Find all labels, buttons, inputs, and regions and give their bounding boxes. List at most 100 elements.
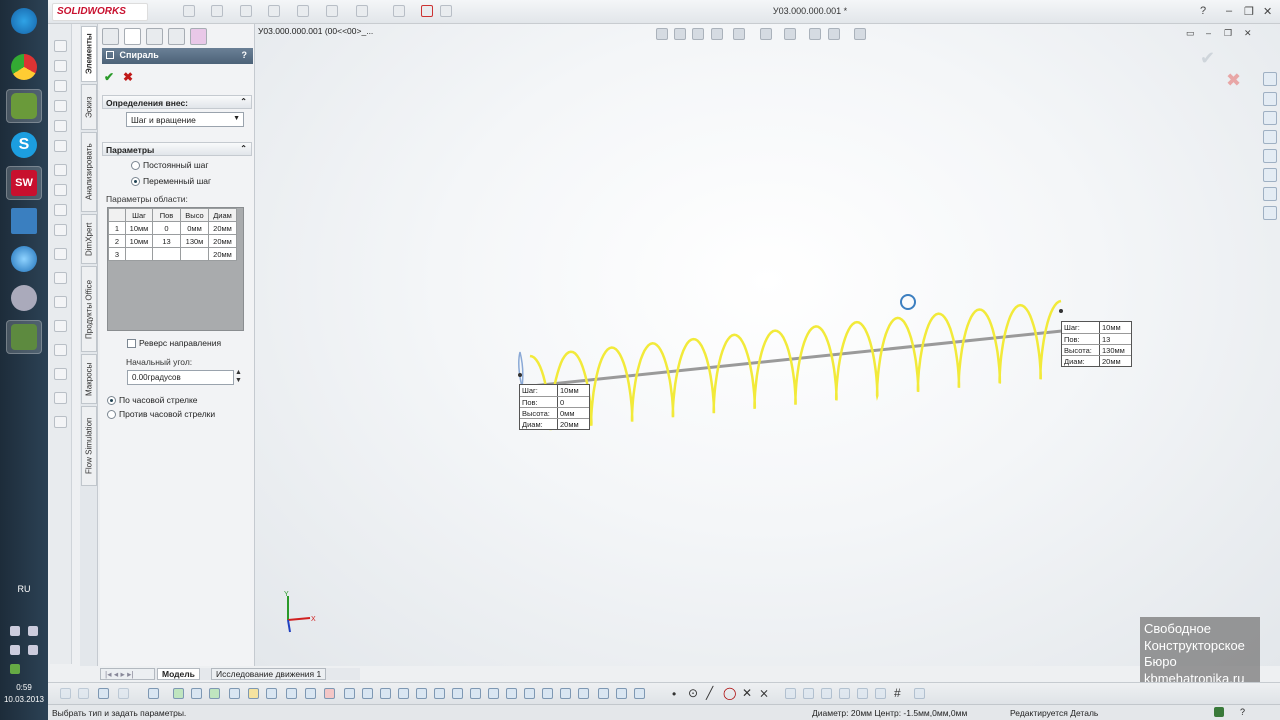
configuration-tab-icon[interactable] — [146, 28, 163, 45]
tray-volume-icon[interactable] — [10, 645, 20, 655]
tool-feature4-icon[interactable] — [229, 688, 240, 699]
task-explorer-icon[interactable] — [1263, 130, 1277, 144]
undo-icon[interactable] — [297, 5, 309, 17]
table-cell[interactable]: 10мм — [125, 234, 153, 248]
cmd-revolve-icon[interactable] — [54, 60, 67, 72]
reverse-direction-checkbox[interactable]: Реверс направления — [127, 338, 221, 348]
tool-feature10-icon[interactable] — [344, 688, 355, 699]
zoom-fit-icon[interactable] — [656, 28, 668, 40]
open-icon[interactable] — [211, 5, 223, 17]
rotate-handle-icon[interactable] — [900, 294, 916, 310]
radio-variable-pitch[interactable]: Переменный шаг — [131, 176, 211, 186]
taskbar-tool[interactable] — [6, 281, 42, 315]
table-cell[interactable]: 130м — [180, 234, 209, 248]
tool-feature24-icon[interactable] — [598, 688, 609, 699]
tool-feature19-icon[interactable] — [506, 688, 517, 699]
tool-feature22-icon[interactable] — [560, 688, 571, 699]
tab-scroll-arrows[interactable]: |◂ ◂ ▸ ▸| — [100, 668, 155, 680]
tool-feature17-icon[interactable] — [470, 688, 481, 699]
tool-dim3-icon[interactable] — [821, 688, 832, 699]
display-manager-tab-icon[interactable] — [190, 28, 207, 45]
table-cell[interactable]: 20мм — [208, 221, 237, 235]
viewport-minimize-icon[interactable]: – — [1206, 28, 1211, 38]
cmd-curves-icon[interactable] — [54, 320, 67, 332]
tool-feature14-icon[interactable] — [416, 688, 427, 699]
table-cell[interactable] — [152, 247, 181, 261]
tool-filter-icon[interactable] — [78, 688, 89, 699]
tool-dim2-icon[interactable] — [803, 688, 814, 699]
tool-selection-icon[interactable] — [98, 688, 109, 699]
propertymanager-tab-icon[interactable] — [124, 28, 141, 45]
save-icon[interactable] — [240, 5, 252, 17]
cmd-pattern-icon[interactable] — [54, 248, 67, 260]
tab-dimxpert[interactable]: DimXpert — [81, 214, 97, 264]
cmd-rib-icon[interactable] — [54, 184, 67, 196]
cmd-sweep-icon[interactable] — [54, 80, 67, 92]
tool-point-icon[interactable]: • — [672, 687, 676, 701]
tool-feature2-icon[interactable] — [191, 688, 202, 699]
radio-counterclockwise[interactable]: Против часовой стрелки — [107, 409, 215, 419]
start-angle-input[interactable]: 0.00градусов — [127, 370, 234, 385]
tool-feature13-icon[interactable] — [398, 688, 409, 699]
cmd-fillet-icon[interactable] — [54, 140, 67, 152]
close-button[interactable]: ✕ — [1263, 5, 1272, 18]
table-cell[interactable]: 13 — [152, 234, 181, 248]
tool-feature16-icon[interactable] — [452, 688, 463, 699]
taskbar-app-maps[interactable] — [6, 320, 42, 354]
start-button[interactable] — [6, 4, 42, 38]
tool-feature21-icon[interactable] — [542, 688, 553, 699]
tab-macros[interactable]: Макросы — [81, 354, 97, 404]
file-properties-icon[interactable] — [421, 5, 433, 17]
task-resources-icon[interactable] — [1263, 72, 1277, 86]
cmd-dome-icon[interactable] — [54, 416, 67, 428]
display-style-icon[interactable] — [760, 28, 772, 40]
task-toolbox-icon[interactable] — [1263, 92, 1277, 106]
tool-circle-center-icon[interactable]: ⊙ — [688, 686, 698, 700]
cmd-plane-icon[interactable] — [54, 344, 67, 356]
table-cell[interactable]: 0мм — [180, 221, 209, 235]
table-cell[interactable]: 20мм — [208, 247, 237, 261]
cmd-extrude-icon[interactable] — [54, 40, 67, 52]
tool-line-icon[interactable]: ╱ — [706, 686, 713, 700]
taskbar-computer[interactable] — [6, 204, 42, 238]
tool-feature5-icon[interactable] — [248, 688, 259, 699]
featuremanager-tab-icon[interactable] — [102, 28, 119, 45]
tool-dim4-icon[interactable] — [839, 688, 850, 699]
help-icon[interactable]: ? — [1200, 5, 1206, 17]
tool-feature3-icon[interactable] — [209, 688, 220, 699]
zoom-area-icon[interactable] — [674, 28, 686, 40]
tray-flag-icon[interactable] — [10, 626, 20, 636]
tool-feature11-icon[interactable] — [362, 688, 373, 699]
tool-select-icon[interactable] — [60, 688, 71, 699]
rebuild-icon[interactable] — [356, 5, 368, 17]
ok-button[interactable]: ✔ — [104, 70, 114, 84]
radio-constant-pitch[interactable]: Постоянный шаг — [131, 160, 208, 170]
tray-app-icon[interactable] — [28, 645, 38, 655]
minimize-button[interactable]: – — [1226, 5, 1232, 17]
viewport-restore-icon[interactable]: ❐ — [1224, 28, 1232, 39]
tool-feature9-icon[interactable] — [324, 688, 335, 699]
status-rebuild-icon[interactable] — [1214, 707, 1224, 717]
print-icon[interactable] — [268, 5, 280, 17]
taskbar-app-green[interactable] — [6, 89, 42, 123]
tab-flow-simulation[interactable]: Flow Simulation — [81, 406, 97, 486]
group-definition-header[interactable]: Определения внес: ⌃ — [102, 95, 252, 109]
viewport-close-icon[interactable]: ✕ — [1244, 28, 1252, 39]
tool-feature7-icon[interactable] — [286, 688, 297, 699]
taskbar-skype[interactable]: S — [6, 128, 42, 162]
taskbar-itunes[interactable] — [6, 242, 42, 276]
helix-preview[interactable] — [500, 280, 1100, 450]
tool-vertex-icon[interactable] — [148, 688, 159, 699]
tray-network-icon[interactable] — [28, 626, 38, 636]
helix-end-callout[interactable]: Шаг: 10мм Пов: 13 Высота: 130мм Диам: 20мм — [1061, 321, 1132, 367]
taskbar-chrome[interactable] — [6, 50, 42, 84]
cmd-cut-icon[interactable] — [54, 120, 67, 132]
tab-evaluate[interactable]: Анализировать — [81, 132, 97, 212]
edit-appearance-icon[interactable] — [809, 28, 821, 40]
new-doc-icon[interactable] — [183, 5, 195, 17]
language-indicator[interactable]: RU — [0, 584, 48, 594]
tool-feature1-icon[interactable] — [173, 688, 184, 699]
cmd-hole-icon[interactable] — [54, 296, 67, 308]
cmd-chamfer-icon[interactable] — [54, 164, 67, 176]
start-point[interactable] — [518, 373, 522, 377]
